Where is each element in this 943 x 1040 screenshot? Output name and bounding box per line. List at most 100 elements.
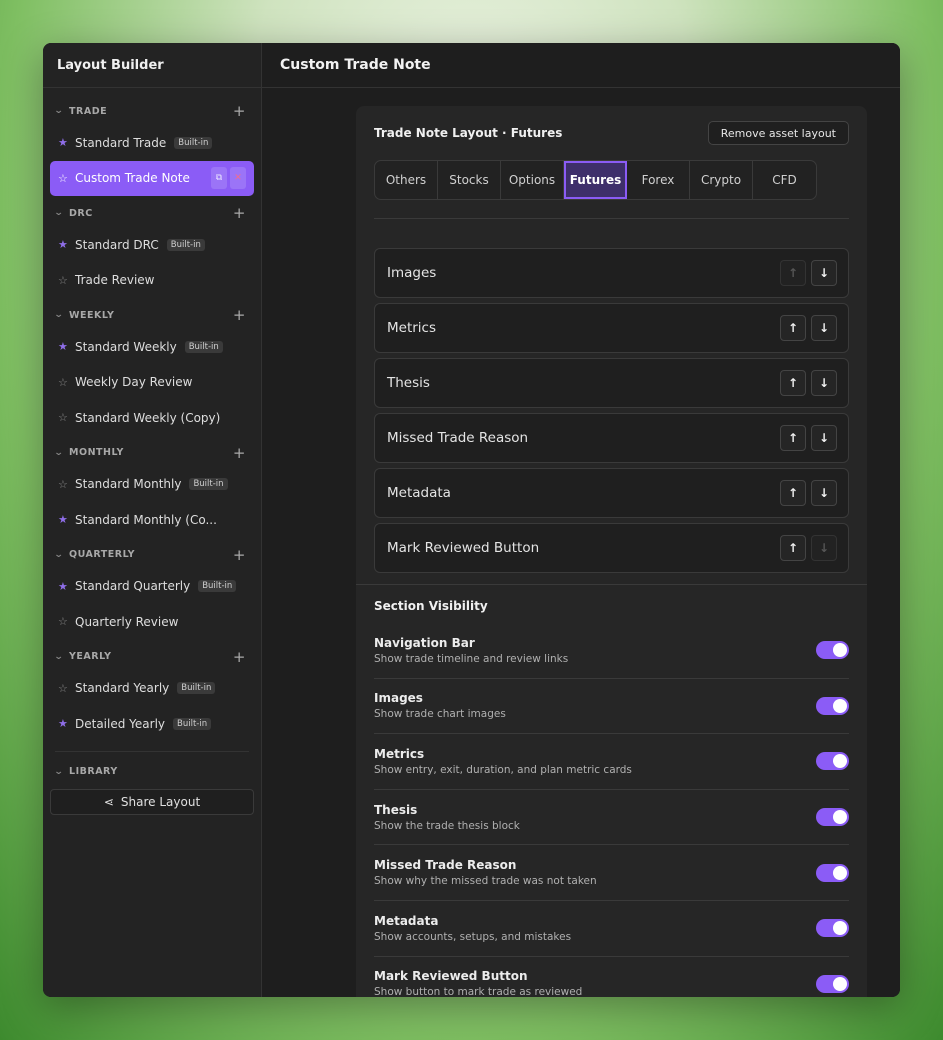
star-icon[interactable]: ☆	[58, 682, 69, 695]
built-in-badge: Built-in	[184, 340, 223, 353]
built-in-badge: Built-in	[189, 478, 228, 491]
sidebar-item-standard-quarterly[interactable]: ★ Standard Quarterly Built-in	[50, 569, 254, 605]
visibility-desc: Show button to mark trade as reviewed	[374, 986, 583, 997]
section-label: Metrics	[387, 320, 437, 336]
sidebar-item-standard-trade[interactable]: ★ Standard Trade Built-in	[50, 125, 254, 161]
section-label: Images	[387, 265, 437, 281]
section-label: Missed Trade Reason	[387, 430, 529, 446]
section-row-images: Images ↑ ↓	[374, 248, 849, 298]
tab-futures[interactable]: Futures	[564, 161, 627, 199]
move-down-button[interactable]: ↓	[811, 315, 837, 341]
section-row-missed-trade-reason: Missed Trade Reason ↑ ↓	[374, 413, 849, 463]
star-icon[interactable]: ★	[58, 340, 69, 353]
tab-others[interactable]: Others	[375, 161, 438, 199]
move-up-button[interactable]: ↑	[780, 535, 806, 561]
visibility-toggle[interactable]	[816, 696, 849, 715]
star-icon[interactable]: ★	[58, 717, 69, 730]
section-label: Mark Reviewed Button	[387, 540, 540, 556]
plus-icon[interactable]: +	[233, 546, 246, 564]
group-name: MONTHLY	[69, 447, 124, 458]
plus-icon[interactable]: +	[233, 444, 246, 462]
visibility-toggle[interactable]	[816, 863, 849, 882]
sidebar-item-detailed-yearly[interactable]: ★ Detailed Yearly Built-in	[50, 706, 254, 742]
duplicate-icon[interactable]: ⧉	[211, 167, 227, 190]
visibility-toggle[interactable]	[816, 974, 849, 993]
sidebar-item-label: Standard Trade	[75, 135, 167, 150]
star-icon[interactable]: ☆	[58, 478, 69, 491]
star-icon[interactable]: ★	[58, 513, 69, 526]
tab-options[interactable]: Options	[501, 161, 564, 199]
group-header-drc[interactable]: ⌄ DRC +	[50, 199, 254, 227]
group-header-monthly[interactable]: ⌄ MONTHLY +	[50, 439, 254, 467]
sidebar-item-standard-weekly[interactable]: ★ Standard Weekly Built-in	[50, 329, 254, 365]
move-down-button[interactable]: ↓	[811, 370, 837, 396]
visibility-name: Mark Reviewed Button	[374, 969, 528, 984]
tab-crypto[interactable]: Crypto	[690, 161, 753, 199]
star-icon[interactable]: ☆	[58, 615, 69, 628]
sidebar-item-standard-monthly-co[interactable]: ★ Standard Monthly (Co...	[50, 502, 254, 538]
plus-icon[interactable]: +	[233, 306, 246, 324]
star-icon[interactable]: ☆	[58, 274, 69, 287]
sidebar-item-label: Weekly Day Review	[75, 375, 193, 390]
visibility-toggle[interactable]	[816, 752, 849, 771]
move-down-button[interactable]: ↓	[811, 480, 837, 506]
tab-stocks[interactable]: Stocks	[438, 161, 501, 199]
group-header-weekly[interactable]: ⌄ WEEKLY +	[50, 301, 254, 329]
sidebar-item-standard-monthly[interactable]: ☆ Standard Monthly Built-in	[50, 467, 254, 503]
remove-asset-layout-button[interactable]: Remove asset layout	[707, 121, 849, 145]
reorder-buttons: ↑ ↓	[780, 370, 837, 396]
star-icon[interactable]: ★	[58, 136, 69, 149]
sidebar-item-weekly-day-review[interactable]: ☆ Weekly Day Review	[50, 365, 254, 401]
visibility-toggle[interactable]	[816, 808, 849, 827]
sidebar-item-quarterly-review[interactable]: ☆ Quarterly Review	[50, 604, 254, 640]
sidebar-item-label: Trade Review	[75, 273, 155, 288]
group-label-wrap: ⌄ TRADE	[54, 106, 107, 117]
move-down-button[interactable]: ↓	[811, 425, 837, 451]
tab-forex[interactable]: Forex	[627, 161, 690, 199]
visibility-row-mark-reviewed-button: Mark Reviewed Button Show button to mark …	[374, 957, 849, 997]
move-up-button[interactable]: ↑	[780, 425, 806, 451]
plus-icon[interactable]: +	[233, 102, 246, 120]
sidebar-item-standard-weekly-copy[interactable]: ☆ Standard Weekly (Copy)	[50, 400, 254, 436]
visibility-desc: Show accounts, setups, and mistakes	[374, 930, 572, 943]
plus-icon[interactable]: +	[233, 648, 246, 666]
sidebar-item-label: Standard Weekly (Copy)	[75, 410, 221, 425]
section-visibility-title: Section Visibility	[374, 599, 488, 613]
visibility-toggle[interactable]	[816, 919, 849, 938]
sidebar-item-label: Standard Weekly	[75, 339, 177, 354]
sidebar-item-custom-trade-note[interactable]: ☆ Custom Trade Note ⧉ ✕	[50, 160, 254, 196]
group-label-wrap: ⌄ MONTHLY	[53, 447, 124, 458]
group-label-wrap: ⌄ WEEKLY	[54, 310, 114, 321]
star-icon[interactable]: ☆	[58, 411, 69, 424]
visibility-text: Thesis Show the trade thesis block	[374, 803, 520, 832]
built-in-badge: Built-in	[166, 238, 205, 251]
star-icon[interactable]: ★	[58, 580, 69, 593]
sidebar-title: Layout Builder	[43, 43, 261, 88]
sidebar-item-standard-yearly[interactable]: ☆ Standard Yearly Built-in	[50, 671, 254, 707]
move-up-button[interactable]: ↑	[780, 315, 806, 341]
section-row-mark-reviewed-button: Mark Reviewed Button ↑ ↓	[374, 523, 849, 573]
visibility-name: Navigation Bar	[374, 635, 475, 650]
group-label-wrap: ⌄ DRC	[54, 208, 93, 219]
sidebar-item-standard-drc[interactable]: ★ Standard DRC Built-in	[50, 227, 254, 263]
layout-panel: Trade Note Layout · Futures Remove asset…	[356, 106, 867, 997]
star-icon[interactable]: ☆	[58, 172, 69, 185]
group-header-yearly[interactable]: ⌄ YEARLY +	[50, 643, 254, 671]
group-header-quarterly[interactable]: ⌄ QUARTERLY +	[50, 541, 254, 569]
tab-cfd[interactable]: CFD	[753, 161, 816, 199]
group-name: QUARTERLY	[69, 549, 136, 560]
chevron-down-icon: ⌄	[53, 447, 65, 458]
group-header-library[interactable]: ⌄ LIBRARY	[50, 758, 254, 786]
group-header-trade[interactable]: ⌄ TRADE +	[50, 97, 254, 125]
share-layout-button[interactable]: ⋖ Share Layout	[50, 788, 254, 815]
delete-icon[interactable]: ✕	[230, 167, 246, 190]
move-up-button[interactable]: ↑	[780, 480, 806, 506]
move-down-button[interactable]: ↓	[811, 260, 837, 286]
visibility-toggle[interactable]	[816, 641, 849, 660]
move-up-button[interactable]: ↑	[780, 370, 806, 396]
star-icon[interactable]: ☆	[58, 376, 69, 389]
reorder-buttons: ↑ ↓	[780, 535, 837, 561]
plus-icon[interactable]: +	[233, 204, 246, 222]
star-icon[interactable]: ★	[58, 238, 69, 251]
sidebar-item-trade-review[interactable]: ☆ Trade Review	[50, 263, 254, 299]
